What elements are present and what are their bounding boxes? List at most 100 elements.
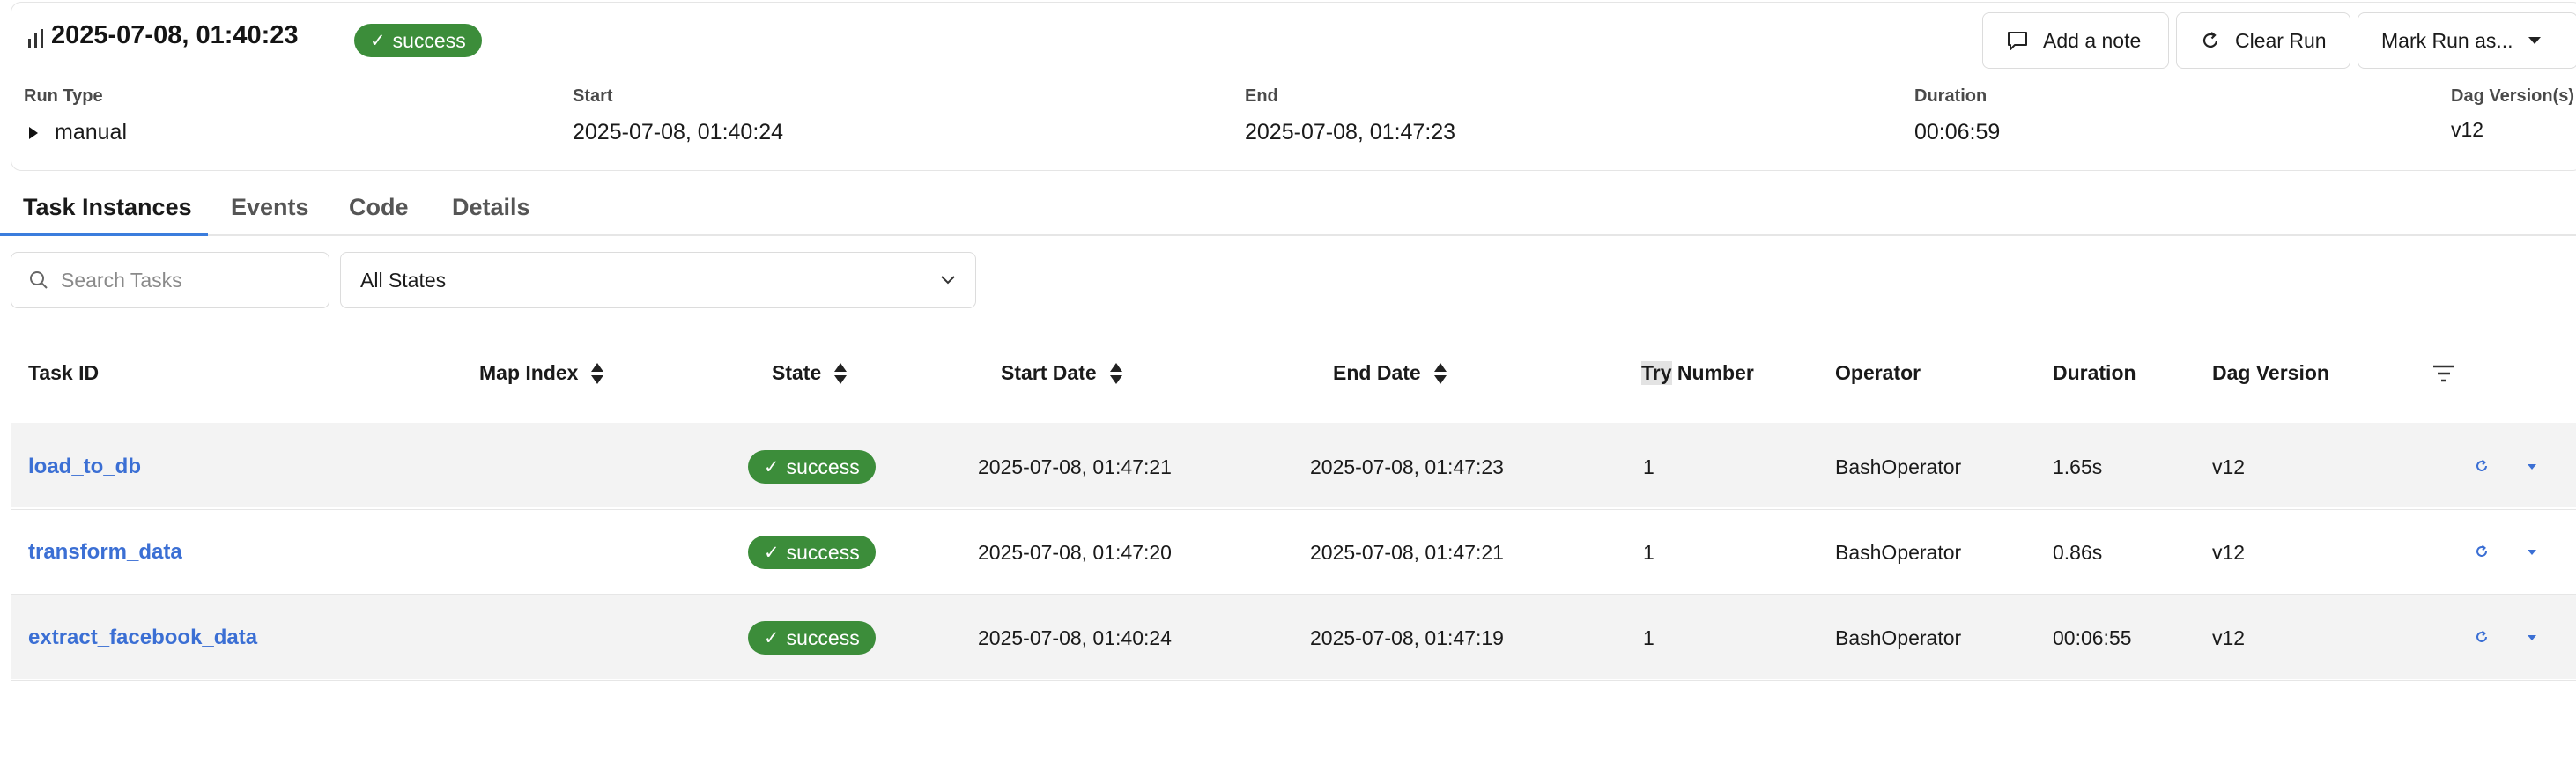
duration-value: 00:06:59 — [1914, 120, 2001, 144]
task-operator: BashOperator — [1835, 455, 1962, 478]
task-dag-version: v12 — [2212, 541, 2246, 564]
col-map-index-label: Map Index — [479, 361, 579, 384]
task-operator: BashOperator — [1835, 541, 1962, 564]
run-status-badge: ✓ success — [354, 24, 482, 57]
task-try-number: 1 — [1643, 541, 1654, 564]
search-placeholder: Search Tasks — [61, 268, 182, 292]
task-state-badge: ✓ success — [748, 450, 876, 484]
task-try-number: 1 — [1643, 626, 1654, 649]
task-id-link[interactable]: extract_facebook_data — [28, 625, 257, 650]
mark-run-label: Mark Run as... — [2381, 28, 2513, 52]
task-state-label: success — [786, 540, 860, 564]
col-operator-label: Operator — [1835, 361, 1921, 384]
state-filter-value: All States — [360, 268, 447, 292]
col-end-date-label: End Date — [1333, 361, 1421, 384]
task-try-number: 1 — [1643, 455, 1654, 478]
duration-label: Duration — [1914, 86, 1988, 106]
row-actions-caret-icon[interactable] — [2527, 549, 2537, 556]
task-duration: 1.65s — [2053, 455, 2103, 478]
task-state-badge: ✓ success — [748, 536, 876, 569]
run-type-toggle[interactable]: manual — [28, 120, 127, 145]
table-row — [11, 510, 2576, 595]
tab-details[interactable]: Details — [452, 194, 530, 221]
dag-version-label: Dag Version(s) — [2451, 86, 2575, 106]
clear-run-button[interactable]: Clear Run — [2176, 12, 2350, 69]
col-dag-version-label: Dag Version — [2212, 361, 2329, 384]
sort-icon — [591, 362, 604, 384]
col-duration-label: Duration — [2053, 361, 2136, 384]
check-icon: ✓ — [764, 627, 780, 648]
task-id-link[interactable]: load_to_db — [28, 455, 141, 479]
task-duration: 0.86s — [2053, 541, 2103, 564]
col-state-label: State — [772, 361, 822, 384]
table-row — [11, 423, 2576, 507]
task-dag-version: v12 — [2212, 455, 2246, 478]
task-duration: 00:06:55 — [2053, 626, 2132, 649]
run-status-label: success — [392, 28, 466, 52]
sort-icon — [1109, 362, 1122, 384]
end-value: 2025-07-08, 01:47:23 — [1245, 120, 1456, 144]
sort-icon — [1433, 362, 1447, 384]
active-tab-indicator — [0, 233, 208, 236]
state-filter-select[interactable]: All States — [340, 252, 976, 308]
search-tasks-input[interactable]: Search Tasks — [11, 252, 329, 308]
col-try-label-rest: Number — [1671, 361, 1754, 384]
col-header-task-id[interactable]: Task ID — [28, 361, 99, 385]
task-end-date: 2025-07-08, 01:47:23 — [1310, 455, 1504, 478]
task-state-label: success — [786, 625, 860, 649]
task-start-date: 2025-07-08, 01:40:24 — [978, 626, 1172, 649]
dag-version-value: v12 — [2451, 118, 2484, 141]
task-state-label: success — [786, 455, 860, 478]
run-type-label: Run Type — [24, 86, 103, 106]
add-note-label: Add a note — [2043, 28, 2142, 52]
clear-run-label: Clear Run — [2235, 28, 2327, 52]
tabs-divider — [0, 234, 2576, 236]
tab-code[interactable]: Code — [349, 194, 409, 221]
refresh-icon — [2202, 32, 2218, 48]
run-title: 2025-07-08, 01:40:23 — [51, 21, 299, 49]
comment-icon — [2008, 32, 2027, 50]
col-header-duration[interactable]: Duration — [2053, 361, 2136, 385]
task-id-link[interactable]: transform_data — [28, 540, 182, 565]
caret-down-icon — [2528, 37, 2541, 44]
check-icon: ✓ — [370, 30, 386, 51]
task-dag-version: v12 — [2212, 626, 2246, 649]
run-type-value: manual — [55, 120, 127, 144]
col-header-end-date[interactable]: End Date — [1333, 361, 1447, 385]
task-state-badge: ✓ success — [748, 621, 876, 655]
col-task-id-label: Task ID — [28, 361, 100, 384]
row-actions-caret-icon[interactable] — [2527, 463, 2537, 470]
row-divider — [11, 680, 2576, 681]
bar-chart-icon — [28, 29, 43, 48]
col-header-operator[interactable]: Operator — [1835, 361, 1921, 385]
row-actions-caret-icon[interactable] — [2527, 634, 2537, 641]
col-header-map-index[interactable]: Map Index — [479, 361, 604, 385]
task-operator: BashOperator — [1835, 626, 1962, 649]
clear-task-refresh-icon[interactable] — [2474, 544, 2490, 559]
filter-columns-icon[interactable] — [2432, 363, 2456, 384]
task-start-date: 2025-07-08, 01:47:21 — [978, 455, 1172, 478]
clear-task-refresh-icon[interactable] — [2474, 458, 2490, 474]
end-label: End — [1245, 86, 1278, 106]
col-header-state[interactable]: State — [772, 361, 848, 385]
col-header-try-number[interactable]: Try Number — [1641, 361, 1754, 385]
mark-run-as-button[interactable]: Mark Run as... — [2358, 12, 2576, 69]
col-header-start-date[interactable]: Start Date — [1001, 361, 1123, 385]
check-icon: ✓ — [764, 456, 780, 477]
tab-task-instances[interactable]: Task Instances — [23, 194, 192, 221]
col-start-date-label: Start Date — [1001, 361, 1097, 384]
check-icon: ✓ — [764, 542, 780, 563]
start-label: Start — [573, 86, 613, 106]
tab-events[interactable]: Events — [231, 194, 309, 221]
table-row — [11, 595, 2576, 679]
chevron-down-icon — [941, 276, 955, 285]
col-header-dag-version[interactable]: Dag Version — [2212, 361, 2329, 385]
clear-task-refresh-icon[interactable] — [2474, 629, 2490, 645]
caret-right-icon — [29, 126, 38, 139]
search-icon — [30, 271, 48, 289]
task-end-date: 2025-07-08, 01:47:21 — [1310, 541, 1504, 564]
start-value: 2025-07-08, 01:40:24 — [573, 120, 784, 144]
add-note-button[interactable]: Add a note — [1982, 12, 2169, 69]
task-end-date: 2025-07-08, 01:47:19 — [1310, 626, 1504, 649]
col-try-label-highlight: Try — [1641, 361, 1672, 385]
